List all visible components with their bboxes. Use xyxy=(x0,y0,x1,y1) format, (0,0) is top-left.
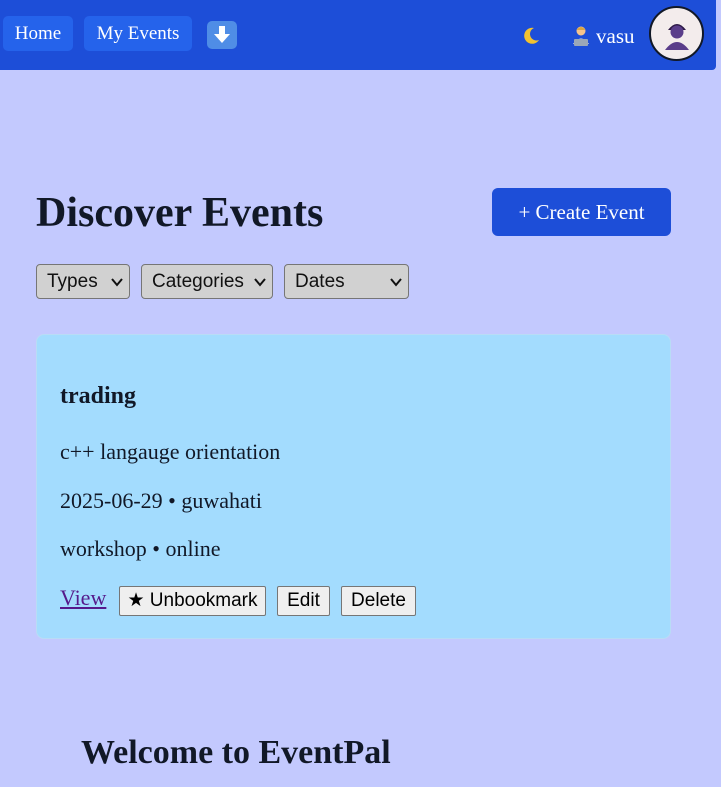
chevron-down-icon xyxy=(254,278,266,287)
avatar-icon xyxy=(665,24,689,50)
view-link[interactable]: View xyxy=(60,585,106,611)
home-button[interactable]: Home xyxy=(3,16,73,51)
unbookmark-button[interactable]: ★ Unbookmark xyxy=(119,586,266,616)
avatar[interactable] xyxy=(649,6,704,61)
event-card: trading c++ langauge orientation 2025-06… xyxy=(36,334,671,639)
welcome-title: Welcome to EventPal xyxy=(81,734,391,771)
user-menu[interactable]: vasu xyxy=(569,22,635,50)
username: vasu xyxy=(596,24,635,48)
types-select-label: Types xyxy=(47,271,98,292)
dates-select-label: Dates xyxy=(295,271,345,292)
types-select[interactable]: Types xyxy=(36,264,130,299)
my-events-button[interactable]: My Events xyxy=(84,16,192,51)
event-description: c++ langauge orientation xyxy=(60,439,281,464)
chevron-down-icon xyxy=(390,278,402,287)
moon-icon[interactable] xyxy=(519,24,543,48)
page-title: Discover Events xyxy=(36,190,324,236)
edit-button[interactable]: Edit xyxy=(277,586,330,616)
dates-select[interactable]: Dates xyxy=(284,264,409,299)
categories-select-label: Categories xyxy=(152,271,244,292)
create-event-button[interactable]: + Create Event xyxy=(492,188,671,236)
navbar: Home My Events vasu xyxy=(0,0,716,70)
user-laptop-icon xyxy=(573,26,589,46)
event-type-mode: workshop • online xyxy=(60,536,221,561)
delete-button[interactable]: Delete xyxy=(341,586,416,616)
chevron-down-icon xyxy=(111,278,123,287)
event-date-location: 2025-06-29 • guwahati xyxy=(60,488,262,513)
categories-select[interactable]: Categories xyxy=(141,264,273,299)
event-title: trading xyxy=(60,383,137,409)
download-icon[interactable] xyxy=(207,21,237,49)
